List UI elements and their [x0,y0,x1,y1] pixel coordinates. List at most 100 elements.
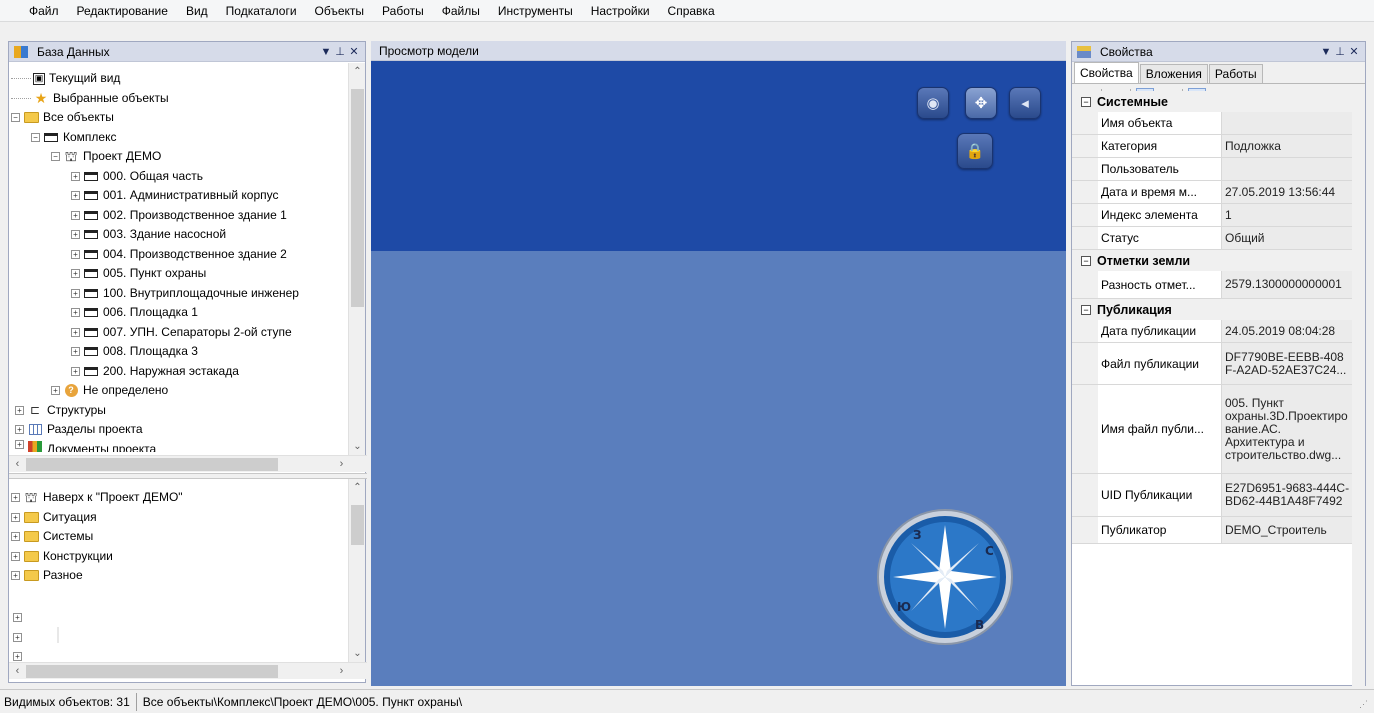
scroll-down-icon[interactable]: ⌄ [349,645,366,662]
tree-vertical-scrollbar[interactable]: ⌃ ⌄ [348,63,365,455]
expand-icon[interactable]: + [71,366,80,376]
tree-item-building[interactable]: +008. Площадка 3 [9,342,349,362]
menu-file[interactable]: Файл [20,0,68,22]
scroll-down-icon[interactable]: ⌄ [349,438,366,455]
property-row[interactable]: Категория Подложка [1072,135,1353,158]
collapse-icon[interactable]: − [11,113,20,123]
property-row[interactable]: Индекс элемента 1 [1072,204,1353,227]
close-icon[interactable]: ✕ [1347,45,1361,58]
subtree-item-misc[interactable]: + Разное [9,566,349,586]
expand-icon[interactable]: + [15,439,24,449]
navigate-icon[interactable]: ✥ [965,87,997,119]
scroll-up-icon[interactable]: ⌃ [349,479,366,496]
tree-item-complex[interactable]: − Комплекс [9,128,349,148]
tree-item-building[interactable]: +003. Здание насосной [9,225,349,245]
tab-properties[interactable]: Свойства [1074,62,1139,83]
scroll-thumb[interactable] [26,458,278,471]
collapse-icon[interactable]: − [1081,255,1091,266]
tree-item-building[interactable]: +002. Производственное здание 1 [9,206,349,226]
dropdown-icon[interactable]: ▼ [1319,46,1333,58]
expand-icon[interactable]: + [13,633,22,642]
scroll-up-icon[interactable]: ⌃ [349,63,366,80]
scroll-right-icon[interactable]: › [333,663,350,680]
expand-icon[interactable]: + [71,327,80,337]
property-row[interactable]: Имя объекта [1072,112,1353,135]
scroll-left-icon[interactable]: ‹ [9,663,26,680]
compass[interactable]: С В Ю З [875,507,1015,647]
property-row[interactable]: Дата и время м... 27.05.2019 13:56:44 [1072,181,1353,204]
menu-works[interactable]: Работы [373,0,433,22]
scroll-thumb[interactable] [351,89,364,307]
tree-item-building[interactable]: +000. Общая часть [9,167,349,187]
pin-icon[interactable]: ⊥ [333,45,347,58]
expand-icon[interactable]: + [11,512,20,522]
expand-icon[interactable]: + [15,425,24,435]
property-row[interactable]: Разность отмет... 2579.1300000000001 [1072,271,1353,299]
expand-icon[interactable]: + [71,347,80,357]
lock-globe-icon[interactable]: 🔒 [957,133,993,169]
property-row[interactable]: Пользователь [1072,158,1353,181]
tree-item-building[interactable]: +006. Площадка 1 [9,303,349,323]
collapse-icon[interactable]: − [1081,96,1091,107]
tree-item-building[interactable]: +001. Административный корпус [9,186,349,206]
tree-horizontal-scrollbar[interactable]: ‹ › [9,455,367,472]
scroll-thumb[interactable] [26,665,278,678]
tree-item-selected[interactable]: ★ Выбранные объекты [9,89,349,109]
subtree-item-situation[interactable]: + Ситуация [9,508,349,528]
eye-icon[interactable]: ◉ [917,87,949,119]
menu-edit[interactable]: Редактирование [68,0,177,22]
menu-help[interactable]: Справка [659,0,724,22]
tree-item-sections[interactable]: + Разделы проекта [9,420,349,440]
category-publication[interactable]: − Публикация [1072,299,1353,320]
tab-works[interactable]: Работы [1208,64,1263,83]
collapse-icon[interactable]: − [51,152,60,162]
tab-attachments[interactable]: Вложения [1139,64,1208,83]
property-row[interactable]: Дата публикации 24.05.2019 08:04:28 [1072,320,1353,343]
property-row[interactable]: UID Публикации E27D6951-9683-444C-BD62-44… [1072,474,1353,517]
tree-item-building[interactable]: +200. Наружная эстакада [9,362,349,382]
tree-item-building[interactable]: +007. УПН. Сепараторы 2-ой ступе [9,323,349,343]
property-row[interactable]: Публикатор DEMO_Строитель [1072,517,1353,544]
property-row[interactable]: Имя файл публи... 005. Пункт охраны.3D.Пр… [1072,385,1353,474]
menu-files[interactable]: Файлы [433,0,489,22]
expand-icon[interactable]: + [71,210,80,220]
expand-icon[interactable]: + [71,288,80,298]
scroll-left-icon[interactable]: ‹ [9,456,26,473]
expand-icon[interactable]: + [11,532,20,542]
expand-icon[interactable]: + [51,386,60,396]
collapse-icon[interactable]: − [1081,304,1091,315]
collapse-icon[interactable]: − [31,132,40,142]
scroll-thumb[interactable] [351,505,364,545]
dropdown-icon[interactable]: ▼ [319,46,333,58]
tree-item-documents[interactable]: + Документы проекта [9,439,349,452]
tree-item-project-demo[interactable]: − ⛫ Проект ДЕМО [9,147,349,167]
menu-view[interactable]: Вид [177,0,217,22]
subtree-item-structures[interactable]: + Конструкции [9,547,349,567]
menu-objects[interactable]: Объекты [306,0,374,22]
tree-item-building[interactable]: +004. Производственное здание 2 [9,245,349,265]
tree-item-all-objects[interactable]: − Все объекты [9,108,349,128]
property-row[interactable]: Статус Общий [1072,227,1353,250]
subtree-vertical-scrollbar[interactable]: ⌃ [348,479,365,598]
expand-icon[interactable]: + [15,405,24,415]
property-grid-scrollbar[interactable] [1352,91,1365,686]
expand-icon[interactable]: + [71,230,80,240]
pin-icon[interactable]: ⊥ [1333,45,1347,58]
expand-icon[interactable]: + [71,308,80,318]
menu-settings[interactable]: Настройки [582,0,659,22]
third-tree-horizontal-scrollbar[interactable]: ‹ › [9,662,367,679]
tree-item-building-selected[interactable]: +005. Пункт охраны [9,264,349,284]
expand-icon[interactable]: + [11,493,20,503]
scroll-right-icon[interactable]: › [333,456,350,473]
fly-icon[interactable]: ◂ [1009,87,1041,119]
expand-icon[interactable]: + [71,249,80,259]
third-tree-scrollbar[interactable]: ⌄ [348,598,365,662]
tree-item-building[interactable]: +100. Внутриплощадочные инженер [9,284,349,304]
property-row[interactable]: Файл публикации DF7790BE-EEBB-408F-A2AD-5… [1072,343,1353,385]
panel-splitter[interactable] [9,473,367,479]
subtree-item-systems[interactable]: + Системы [9,527,349,547]
category-ground-marks[interactable]: − Отметки земли [1072,250,1353,271]
menu-tools[interactable]: Инструменты [489,0,582,22]
expand-icon[interactable]: + [71,171,80,181]
expand-icon[interactable]: + [71,269,80,279]
